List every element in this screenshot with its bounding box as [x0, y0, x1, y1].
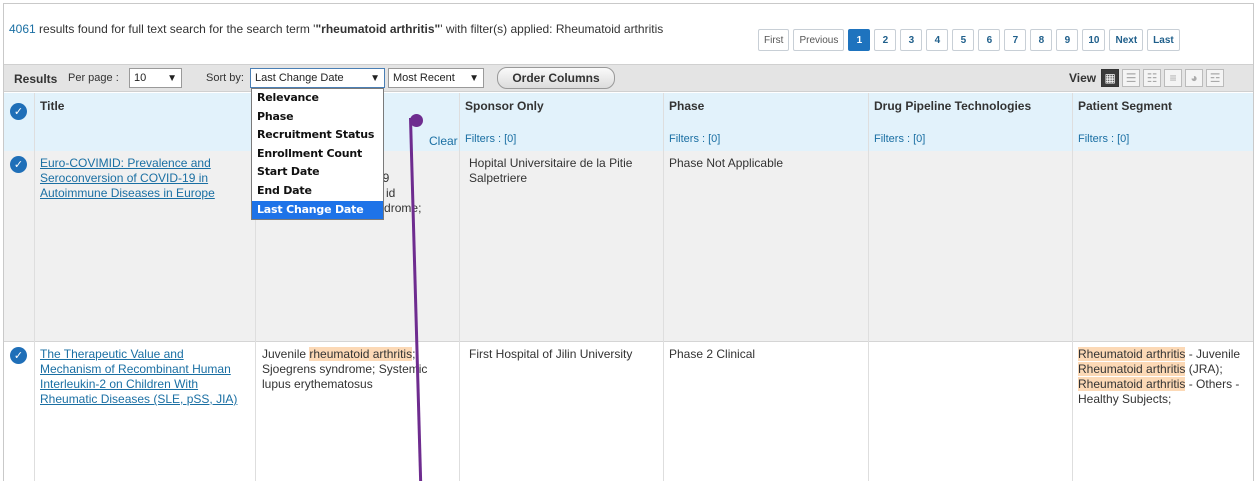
chart-view-icon[interactable]: ◕	[1185, 69, 1204, 87]
sort-option-end-date[interactable]: End Date	[252, 182, 383, 201]
list-view-icon[interactable]: ☰	[1122, 69, 1141, 87]
sort-by-label: Sort by:	[206, 72, 244, 84]
clear-filter-link[interactable]: Clear	[429, 134, 458, 148]
study-title-link[interactable]: The Therapeutic Value and Mechanism of R…	[40, 347, 240, 407]
column-divider	[1072, 93, 1073, 481]
per-page-select[interactable]: 10 ▼	[129, 68, 182, 88]
column-divider	[868, 93, 869, 481]
page-3-button[interactable]: 3	[900, 29, 923, 51]
results-count: 4061	[9, 22, 36, 36]
page-1-button[interactable]: 1	[848, 29, 871, 51]
page-9-button[interactable]: 9	[1056, 29, 1079, 51]
column-divider	[663, 93, 664, 481]
column-divider	[34, 93, 35, 481]
column-patient-segment[interactable]: Patient Segment	[1078, 99, 1172, 113]
sort-option-phase[interactable]: Phase	[252, 108, 383, 127]
column-sponsor[interactable]: Sponsor Only	[465, 99, 544, 113]
study-title-link[interactable]: Euro-COVIMID: Prevalence and Seroconvers…	[40, 156, 246, 201]
detail-view-icon[interactable]: ☷	[1143, 69, 1162, 87]
sort-option-recruitment-status[interactable]: Recruitment Status	[252, 126, 383, 145]
phase-filters-link[interactable]: Filters : [0]	[669, 133, 720, 145]
drug-pipeline-filters-link[interactable]: Filters : [0]	[874, 133, 925, 145]
sort-order-select[interactable]: Most Recent ▼	[388, 68, 484, 88]
sort-option-enrollment-count[interactable]: Enrollment Count	[252, 145, 383, 164]
chevron-down-icon: ▼	[167, 72, 177, 84]
view-label: View	[1069, 71, 1097, 85]
sort-option-relevance[interactable]: Relevance	[252, 89, 383, 108]
sponsor-filters-link[interactable]: Filters : [0]	[465, 133, 516, 145]
sort-option-last-change-date[interactable]: Last Change Date	[252, 200, 383, 220]
row-select-check-icon[interactable]: ✓	[10, 347, 27, 364]
results-panel: 4061 results found for full text search …	[3, 3, 1254, 481]
sort-by-dropdown: Relevance Phase Recruitment Status Enrol…	[251, 88, 384, 221]
text-view-icon[interactable]: ≡	[1164, 69, 1183, 87]
row-select-check-icon[interactable]: ✓	[10, 156, 27, 173]
first-page-button[interactable]: First	[758, 29, 790, 51]
condition-cell: Juvenile rheumatoid arthritis; Sjoegrens…	[262, 347, 428, 391]
annotation-pointer-dot	[410, 114, 423, 127]
order-columns-button[interactable]: Order Columns	[497, 67, 615, 89]
sponsor-cell: First Hospital of Jilin University	[469, 347, 633, 361]
sort-by-select[interactable]: Last Change Date ▼	[250, 68, 385, 88]
sort-option-start-date[interactable]: Start Date	[252, 163, 383, 182]
column-phase[interactable]: Phase	[669, 99, 704, 113]
summary-view-icon[interactable]: ☲	[1206, 69, 1225, 87]
page-2-button[interactable]: 2	[874, 29, 897, 51]
next-page-button[interactable]: Next	[1109, 29, 1144, 51]
page-6-button[interactable]: 6	[978, 29, 1001, 51]
patient-segment-cell: Rheumatoid arthritis - Juvenile Rheumato…	[1078, 347, 1241, 406]
column-divider	[459, 93, 460, 481]
patient-segment-filters-link[interactable]: Filters : [0]	[1078, 133, 1129, 145]
results-toolbar: Results Per page : 10 ▼ Sort by: Last Cha…	[4, 64, 1253, 92]
chevron-down-icon: ▼	[370, 72, 380, 84]
search-term: "rheumatoid arthritis"	[315, 22, 441, 36]
last-page-button[interactable]: Last	[1147, 29, 1180, 51]
page-4-button[interactable]: 4	[926, 29, 949, 51]
page-8-button[interactable]: 8	[1030, 29, 1053, 51]
phase-cell: Phase 2 Clinical	[669, 347, 756, 361]
page-7-button[interactable]: 7	[1004, 29, 1027, 51]
pagination: First Previous 1 2 3 4 5 6 7 8 9 10 Next…	[758, 29, 1180, 51]
column-title[interactable]: Title	[40, 99, 64, 113]
results-summary: 4061 results found for full text search …	[9, 22, 664, 36]
grid-view-icon[interactable]: ▦	[1101, 69, 1120, 87]
chevron-down-icon: ▼	[469, 72, 479, 84]
sponsor-cell: Hopital Universitaire de la Pitie Salpet…	[469, 156, 633, 185]
page-5-button[interactable]: 5	[952, 29, 975, 51]
previous-page-button[interactable]: Previous	[793, 29, 845, 51]
column-drug-pipeline[interactable]: Drug Pipeline Technologies	[874, 99, 1031, 113]
table-header: ✓ Title Clear Sponsor Only Filters : [0]…	[4, 93, 1253, 151]
select-all-check-icon[interactable]: ✓	[10, 103, 27, 120]
row-divider	[4, 341, 1253, 342]
results-label: Results	[14, 72, 58, 86]
per-page-label: Per page :	[68, 72, 119, 84]
phase-cell: Phase Not Applicable	[669, 156, 784, 170]
page-10-button[interactable]: 10	[1082, 29, 1106, 51]
view-switcher: View ▦ ☰ ☷ ≡ ◕ ☲	[1069, 69, 1225, 87]
